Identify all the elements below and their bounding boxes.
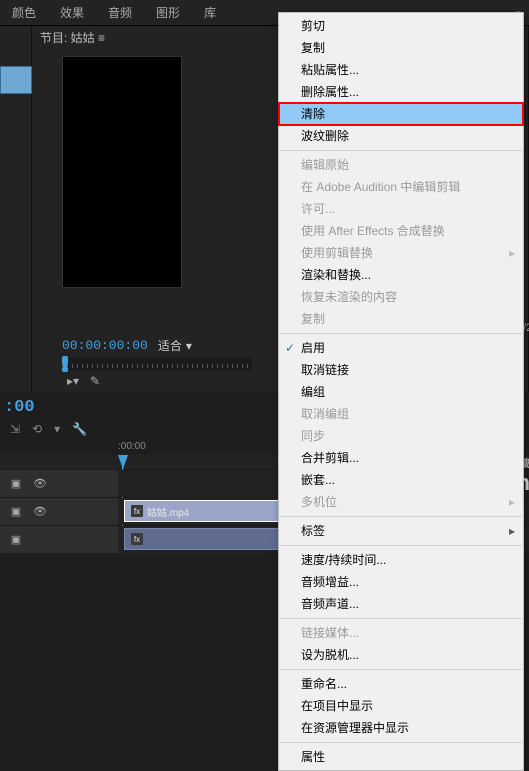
menu-clear[interactable]: 清除 [279, 103, 523, 125]
timeline-clip[interactable]: fx 姑姑.mp4 [124, 500, 284, 522]
source-clip-bar[interactable] [0, 66, 32, 94]
menu-edit-audition: 在 Adobe Audition 中编辑剪辑 [279, 176, 523, 198]
menu-reveal-explorer[interactable]: 在资源管理器中显示 [279, 717, 523, 739]
menu-edit-original: 编辑原始 [279, 154, 523, 176]
tab-effects[interactable]: 效果 [48, 0, 96, 26]
menu-separator [280, 150, 522, 151]
menu-multicam: 多机位 [279, 491, 523, 513]
zoom-fit-dropdown[interactable]: 适合 ▾ [158, 337, 192, 354]
tab-graphics[interactable]: 图形 [144, 0, 192, 26]
menu-unlink[interactable]: 取消链接 [279, 359, 523, 381]
chevron-down-icon: ▾ [186, 339, 192, 353]
tab-audio[interactable]: 音频 [96, 0, 144, 26]
track-eye-icon[interactable]: 👁 [32, 504, 48, 520]
menu-ripple-delete[interactable]: 波纹删除 [279, 125, 523, 147]
menu-license: 许可... [279, 198, 523, 220]
menu-use-clip-replace: 使用剪辑替换 [279, 242, 523, 264]
zoom-fit-label: 适合 [158, 337, 182, 354]
menu-rename[interactable]: 重命名... [279, 673, 523, 695]
tab-library[interactable]: 库 [192, 0, 228, 26]
menu-speed-duration[interactable]: 速度/持续时间... [279, 549, 523, 571]
menu-separator [280, 618, 522, 619]
menu-separator [280, 516, 522, 517]
menu-separator [280, 333, 522, 334]
track-header-v0: ▣ 👁 [0, 498, 118, 525]
clip-label: 姑姑.mp4 [147, 504, 189, 519]
wrench-icon[interactable]: 🔧 [72, 422, 87, 436]
clip-context-menu: 剪切 复制 粘贴属性... 删除属性... 清除 波纹删除 编辑原始 在 Ado… [278, 12, 524, 771]
menu-restore-unrendered: 恢复未渲染的内容 [279, 286, 523, 308]
menu-make-offline[interactable]: 设为脱机... [279, 644, 523, 666]
export-frame-icon[interactable]: ✎ [84, 374, 106, 388]
menu-separator [280, 742, 522, 743]
menu-cut[interactable]: 剪切 [279, 15, 523, 37]
scrub-ticks [62, 364, 252, 368]
menu-reveal-project[interactable]: 在项目中显示 [279, 695, 523, 717]
marker-icon[interactable]: ▾ [54, 422, 60, 436]
fx-icon[interactable]: fx [131, 505, 143, 517]
menu-ae-replace: 使用 After Effects 合成替换 [279, 220, 523, 242]
menu-ungroup: 取消编组 [279, 403, 523, 425]
panel-title: 节目: 姑姑 ≡ [40, 26, 105, 50]
track-toggle-output-icon[interactable]: ▣ [8, 504, 24, 520]
menu-remove-attributes[interactable]: 删除属性... [279, 81, 523, 103]
snap-icon[interactable]: ⇲ [10, 422, 20, 436]
program-preview[interactable] [62, 56, 182, 288]
menu-sync: 同步 [279, 425, 523, 447]
menu-render-replace[interactable]: 渲染和替换... [279, 264, 523, 286]
menu-enable[interactable]: 启用 [279, 337, 523, 359]
ruler-label: :00:00 [118, 441, 146, 452]
menu-separator [280, 545, 522, 546]
playhead-icon[interactable] [118, 455, 128, 469]
fx-icon[interactable]: fx [131, 533, 143, 545]
linked-selection-icon[interactable]: ⟲ [32, 422, 42, 436]
menu-merge-clips[interactable]: 合并剪辑... [279, 447, 523, 469]
track-toggle-output-icon[interactable]: ▣ [8, 476, 24, 492]
menu-label[interactable]: 标签 [279, 520, 523, 542]
menu-group[interactable]: 编组 [279, 381, 523, 403]
menu-duplicate: 复制 [279, 308, 523, 330]
menu-nest[interactable]: 嵌套... [279, 469, 523, 491]
mark-in-dropdown-icon[interactable]: ▸▾ [62, 374, 84, 388]
source-panel-strip [0, 26, 32, 392]
tab-color[interactable]: 颜色 [0, 0, 48, 26]
menu-link-media: 链接媒体... [279, 622, 523, 644]
menu-separator [280, 669, 522, 670]
track-eye-icon[interactable]: 👁 [32, 476, 48, 492]
menu-audio-gain[interactable]: 音频增益... [279, 571, 523, 593]
menu-copy[interactable]: 复制 [279, 37, 523, 59]
timeline-clip-audio[interactable]: fx [124, 528, 284, 550]
menu-audio-channels[interactable]: 音频声道... [279, 593, 523, 615]
menu-properties[interactable]: 属性 [279, 746, 523, 768]
program-scrub-bar[interactable] [62, 358, 252, 370]
menu-paste-attributes[interactable]: 粘贴属性... [279, 59, 523, 81]
track-header-v1: ▣ 👁 [0, 470, 118, 497]
program-timecode[interactable]: 00:00:00:00 [62, 338, 148, 353]
